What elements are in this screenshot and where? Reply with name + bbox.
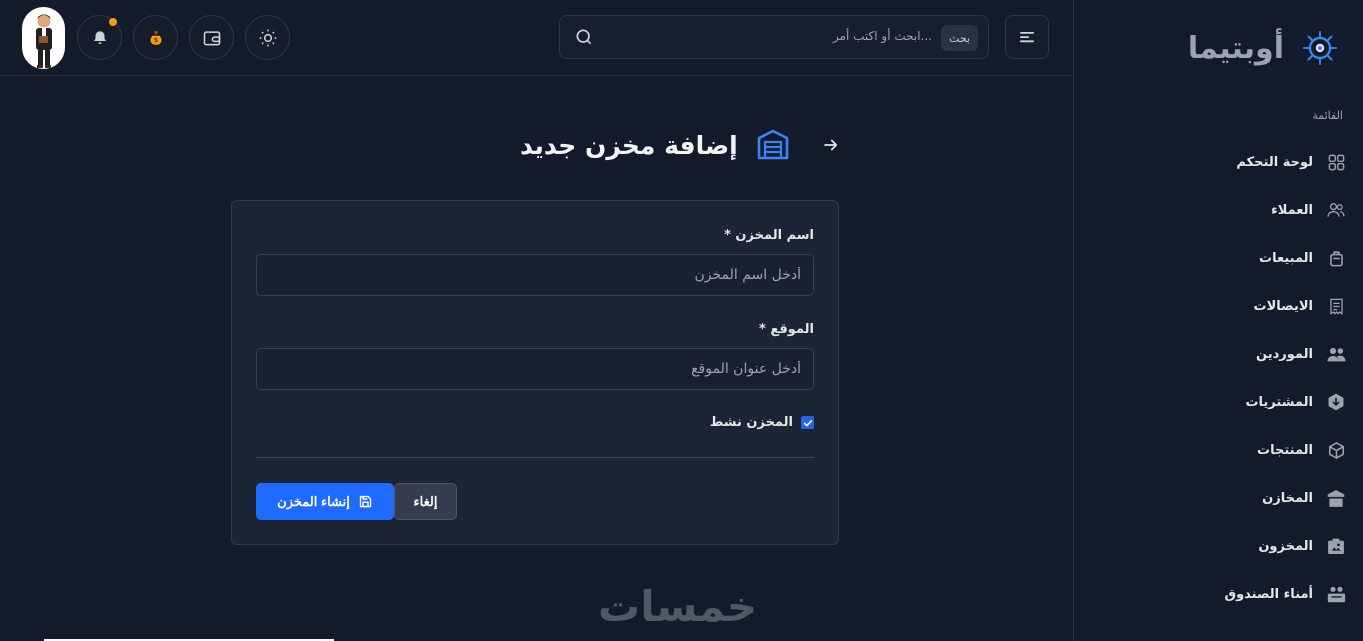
box-down-icon (1325, 391, 1347, 413)
sidebar-item-suppliers[interactable]: الموردين (1087, 330, 1347, 378)
search-placeholder[interactable]: ابحث أو اكتب أمر... (833, 29, 932, 43)
sidebar-item-products[interactable]: المنتجات (1087, 426, 1347, 474)
save-icon (359, 495, 372, 508)
sidebar-item-warehouses[interactable]: المخازن (1087, 474, 1347, 522)
inventory-icon (1325, 535, 1347, 557)
form-divider (256, 457, 814, 458)
grid-icon (1325, 151, 1347, 173)
notification-dot (109, 18, 117, 26)
sidebar-item-label: المشتريات (1245, 394, 1313, 410)
sidebar-item-purchases[interactable]: المشتريات (1087, 378, 1347, 426)
sidebar-item-inventory[interactable]: المخزون (1087, 522, 1347, 570)
brand-logo[interactable]: أوبتيما (1188, 30, 1338, 66)
people-icon (1325, 343, 1347, 365)
required-mark: * (724, 228, 731, 243)
menu-lines-icon (1020, 32, 1034, 43)
sidebar-item-label: المخازن (1262, 490, 1313, 506)
back-button[interactable] (822, 136, 840, 154)
warehouse-icon (757, 129, 789, 160)
active-checkbox-label[interactable]: المخزن نشط (710, 415, 793, 430)
avatar-figure-icon (35, 14, 52, 68)
sidebar-item-label: المخزون (1258, 538, 1313, 554)
brand-name: أوبتيما (1187, 30, 1284, 66)
sidebar-nav: لوحة التحكم العملاء المبيعات الايصالات ا… (1087, 138, 1347, 618)
brand-icon (1303, 31, 1337, 65)
create-warehouse-button[interactable]: إنشاء المخزن (256, 483, 394, 520)
search-icon (574, 27, 594, 51)
sidebar-item-label: لوحة التحكم (1236, 154, 1313, 170)
sidebar-item-sales[interactable]: المبيعات (1087, 234, 1347, 282)
active-checkbox-row: المخزن نشط (710, 415, 814, 430)
money-bag-icon: $ (150, 30, 161, 45)
sidebar-item-cashiers[interactable]: أمناء الصندوق (1087, 570, 1347, 618)
page-title: إضافة مخزن جديد (520, 130, 738, 160)
sidebar-item-label: العملاء (1271, 202, 1313, 218)
notifications-button[interactable] (77, 15, 122, 60)
page-heading: إضافة مخزن جديد (520, 128, 840, 162)
search-shortcut-badge: بحث (941, 25, 978, 51)
arrow-right-icon (823, 139, 837, 151)
warehouse-form-card: اسم المخزن * الموقع * المخزن نشط إنشاء ا… (231, 200, 839, 545)
sun-icon (259, 29, 276, 46)
cube-icon (1325, 439, 1347, 461)
sidebar-item-label: المنتجات (1257, 442, 1313, 458)
sidebar: أوبتيما القائمة لوحة التحكم العملاء المب… (1073, 0, 1363, 641)
top-bar: $ ابحث أو اكتب أمر... بحث (0, 0, 1073, 76)
location-input[interactable] (256, 348, 814, 390)
active-checkbox[interactable] (801, 416, 814, 429)
bell-icon (93, 30, 106, 44)
coins-button[interactable]: $ (133, 15, 178, 60)
location-label: الموقع * (759, 322, 814, 337)
watermark-logo: خمسات (598, 582, 758, 631)
cashier-icon (1325, 583, 1347, 605)
cancel-button[interactable]: إلغاء (394, 483, 457, 520)
location-label-text: الموقع (770, 322, 814, 337)
sidebar-item-label: أمناء الصندوق (1224, 586, 1313, 602)
sidebar-item-customers[interactable]: العملاء (1087, 186, 1347, 234)
check-icon (803, 419, 812, 426)
menu-toggle-button[interactable] (1005, 15, 1049, 59)
bag-icon (1325, 247, 1347, 269)
users-icon (1325, 199, 1347, 221)
sidebar-item-dashboard[interactable]: لوحة التحكم (1087, 138, 1347, 186)
warehouse-name-label: اسم المخزن * (724, 228, 814, 243)
theme-toggle-button[interactable] (245, 15, 290, 60)
warehouse-name-label-text: اسم المخزن (735, 228, 814, 243)
sidebar-item-receipts[interactable]: الايصالات (1087, 282, 1347, 330)
svg-text:$: $ (153, 37, 157, 44)
create-warehouse-label: إنشاء المخزن (277, 493, 350, 509)
required-mark: * (759, 322, 766, 337)
warehouse-name-input[interactable] (256, 254, 814, 296)
receipt-icon (1325, 295, 1347, 317)
wallet-icon (203, 30, 220, 45)
wallet-button[interactable] (189, 15, 234, 60)
warehouse-icon (1325, 487, 1347, 509)
search-bar[interactable]: ابحث أو اكتب أمر... بحث (559, 15, 989, 59)
sidebar-item-label: الايصالات (1253, 298, 1313, 314)
sidebar-item-label: الموردين (1256, 346, 1313, 362)
user-avatar[interactable] (22, 7, 65, 69)
sidebar-item-label: المبيعات (1259, 250, 1313, 266)
menu-section-label: القائمة (1312, 109, 1343, 122)
